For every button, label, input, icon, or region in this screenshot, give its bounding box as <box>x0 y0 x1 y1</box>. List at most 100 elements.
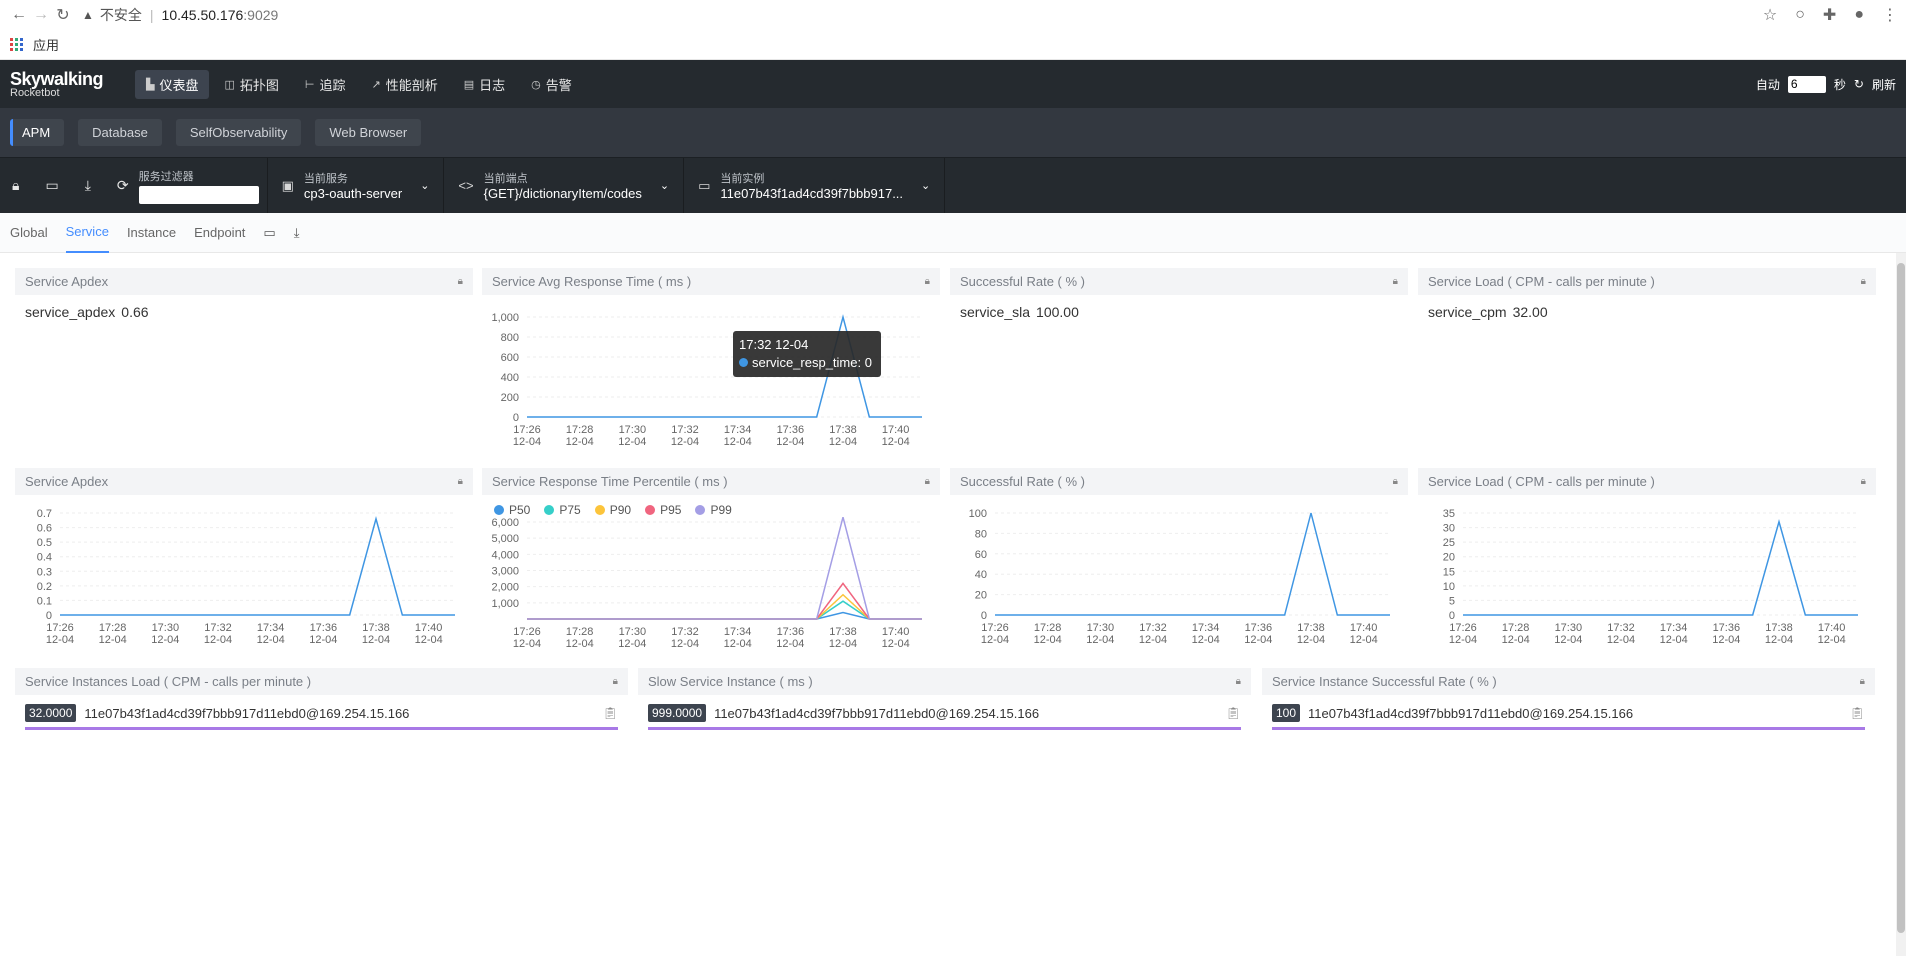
lock-icon[interactable]: 🔒︎ <box>925 276 930 287</box>
menu-profile[interactable]: ↗ 性能剖析 <box>361 70 449 99</box>
y-tick-label: 4,000 <box>491 549 519 561</box>
lock-icon[interactable]: 🔒︎ <box>458 276 463 287</box>
panel-title: Successful Rate ( % ) <box>960 474 1085 489</box>
sync-icon[interactable]: ⟳ <box>117 177 129 194</box>
x-tick-label: 17:38 <box>362 622 390 634</box>
interval-input[interactable] <box>1787 75 1826 93</box>
legend-p99[interactable]: P99 <box>695 503 732 517</box>
x-tick-date: 12-04 <box>415 634 443 646</box>
lock-icon[interactable]: 🔒︎ <box>458 476 463 487</box>
legend-label: P50 <box>509 503 531 517</box>
menu-alarm[interactable]: ◷ 告警 <box>520 70 583 99</box>
lock-icon[interactable]: 🔒︎ <box>1861 476 1866 487</box>
puzzle-icon[interactable]: ✚ <box>1823 5 1836 25</box>
profile-icon[interactable]: ● <box>1854 6 1864 24</box>
x-tick-label: 17:38 <box>829 626 857 638</box>
endpoint-selector[interactable]: <> 当前端点 {GET}/dictionaryItem/codes ⌄ <box>444 158 685 213</box>
menu-log[interactable]: ▤ 日志 <box>453 70 516 99</box>
legend-dot <box>645 505 656 515</box>
sla-chart[interactable]: 02040608010017:2612-0417:2812-0417:3012-… <box>950 495 1408 648</box>
x-tick-date: 12-04 <box>1765 634 1793 646</box>
tab-global[interactable]: Global <box>10 213 48 253</box>
tab-instance[interactable]: Instance <box>127 213 176 253</box>
address-bar[interactable]: ▲ 不安全 | 10.45.50.176:9029 <box>82 5 1763 25</box>
reload-icon[interactable]: ↻ <box>52 5 74 25</box>
lock-icon[interactable]: 🔒︎ <box>1236 676 1241 687</box>
back-icon[interactable]: ← <box>8 6 30 24</box>
apdex-chart[interactable]: 00.10.20.30.40.50.60.717:2612-0417:2812-… <box>15 495 473 648</box>
star-icon[interactable]: ☆ <box>1763 5 1777 25</box>
extension-circle-icon[interactable]: ○ <box>1795 6 1805 24</box>
code-icon: <> <box>458 178 474 193</box>
x-tick-date: 12-04 <box>829 638 857 647</box>
apps-grid-icon[interactable] <box>10 38 23 51</box>
y-tick-label: 0 <box>1449 610 1455 622</box>
download-icon[interactable]: ⤓ <box>85 177 91 194</box>
x-tick-date: 12-04 <box>1192 634 1220 646</box>
download-icon[interactable]: ⤓ <box>294 225 300 241</box>
progress-fill <box>25 727 618 730</box>
instance-name[interactable]: 11e07b43f1ad4cd39f7bbb917d11ebd0@169.254… <box>714 706 1039 721</box>
service-filter-input[interactable] <box>138 185 259 204</box>
auto-label[interactable]: 自动 <box>1756 76 1780 93</box>
lock-icon[interactable]: 🔒︎ <box>1393 476 1398 487</box>
alarm-icon: ◷ <box>531 78 541 91</box>
x-tick-label: 17:36 <box>777 626 805 638</box>
y-tick-label: 20 <box>975 590 987 602</box>
cpm-chart[interactable]: 0510152025303517:2612-0417:2812-0417:301… <box>1418 495 1876 648</box>
instance-name[interactable]: 11e07b43f1ad4cd39f7bbb917d11ebd0@169.254… <box>84 706 409 721</box>
refresh-icon[interactable]: ↻ <box>1854 77 1864 91</box>
lock-icon[interactable]: 🔒︎ <box>613 676 618 687</box>
refresh-button[interactable]: 刷新 <box>1872 76 1896 93</box>
tab-service[interactable]: Service <box>65 213 109 253</box>
folder-icon[interactable]: ▭ <box>263 225 275 241</box>
menu-trace[interactable]: ⊢ 追踪 <box>294 70 357 99</box>
legend-p95[interactable]: P95 <box>645 503 681 517</box>
lock-icon[interactable]: 🔒︎ <box>1861 276 1866 287</box>
tab-endpoint[interactable]: Endpoint <box>194 213 245 253</box>
logo: Skywalking Rocketbot <box>10 70 135 99</box>
legend-p75[interactable]: P75 <box>544 503 581 517</box>
x-tick-date: 12-04 <box>1139 634 1167 646</box>
legend-p90[interactable]: P90 <box>594 503 631 517</box>
scrollbar-thumb[interactable] <box>1897 263 1905 933</box>
more-icon[interactable]: ⋮ <box>1882 5 1898 25</box>
folder-icon[interactable]: ▭ <box>45 177 58 194</box>
dashboard-tabs: Global Service Instance Endpoint ▭ ⤓ <box>0 213 1906 253</box>
menu-topology[interactable]: ◫ 拓扑图 <box>213 70 289 99</box>
bookmark-apps[interactable]: 应用 <box>33 35 59 54</box>
clipboard-icon[interactable]: 📋︎ <box>1226 706 1241 720</box>
instance-name[interactable]: 11e07b43f1ad4cd39f7bbb917d11ebd0@169.254… <box>1308 706 1633 721</box>
layer-tab-selfobservability[interactable]: SelfObservability <box>175 119 302 146</box>
instance-selector[interactable]: ▭ 当前实例 11e07b43f1ad4cd39f7bbb917... ⌄ <box>684 158 946 213</box>
layer-tab-apm[interactable]: APM <box>10 119 65 146</box>
y-tick-label: 200 <box>501 392 519 404</box>
clipboard-icon[interactable]: 📋︎ <box>603 706 618 720</box>
percentile-chart[interactable]: 1,0002,0003,0004,0005,0006,00017:2612-04… <box>482 514 940 650</box>
lock-icon[interactable]: 🔒︎ <box>12 177 19 194</box>
x-tick-label: 17:30 <box>1555 622 1583 634</box>
service-selector[interactable]: ▣ 当前服务 cp3-oauth-server ⌄ <box>268 158 445 213</box>
menu-dashboard[interactable]: ▙ 仪表盘 <box>135 69 210 99</box>
x-tick-date: 12-04 <box>1607 634 1635 646</box>
chevron-down-icon: ⌄ <box>659 180 670 192</box>
lock-icon[interactable]: 🔒︎ <box>1860 676 1865 687</box>
layer-tab-web-browser[interactable]: Web Browser <box>315 119 422 146</box>
y-tick-label: 0.7 <box>37 508 52 520</box>
x-tick-label: 17:34 <box>724 424 752 436</box>
x-tick-label: 17:40 <box>882 424 910 436</box>
clipboard-icon[interactable]: 📋︎ <box>1850 706 1865 720</box>
scrollbar[interactable] <box>1896 253 1906 956</box>
lock-icon[interactable]: 🔒︎ <box>925 476 930 487</box>
lock-icon[interactable]: 🔒︎ <box>1393 276 1398 287</box>
x-tick-date: 12-04 <box>776 638 804 647</box>
legend-p50[interactable]: P50 <box>494 503 530 517</box>
legend-dot <box>494 505 504 515</box>
service-value: cp3-oauth-server <box>303 186 403 201</box>
x-tick-label: 17:36 <box>1245 622 1273 634</box>
x-tick-label: 17:34 <box>257 622 285 634</box>
layer-tab-database[interactable]: Database <box>78 119 162 146</box>
x-tick-label: 17:28 <box>1034 622 1062 634</box>
menu-label: 告警 <box>545 77 572 93</box>
forward-icon[interactable]: → <box>30 6 52 24</box>
